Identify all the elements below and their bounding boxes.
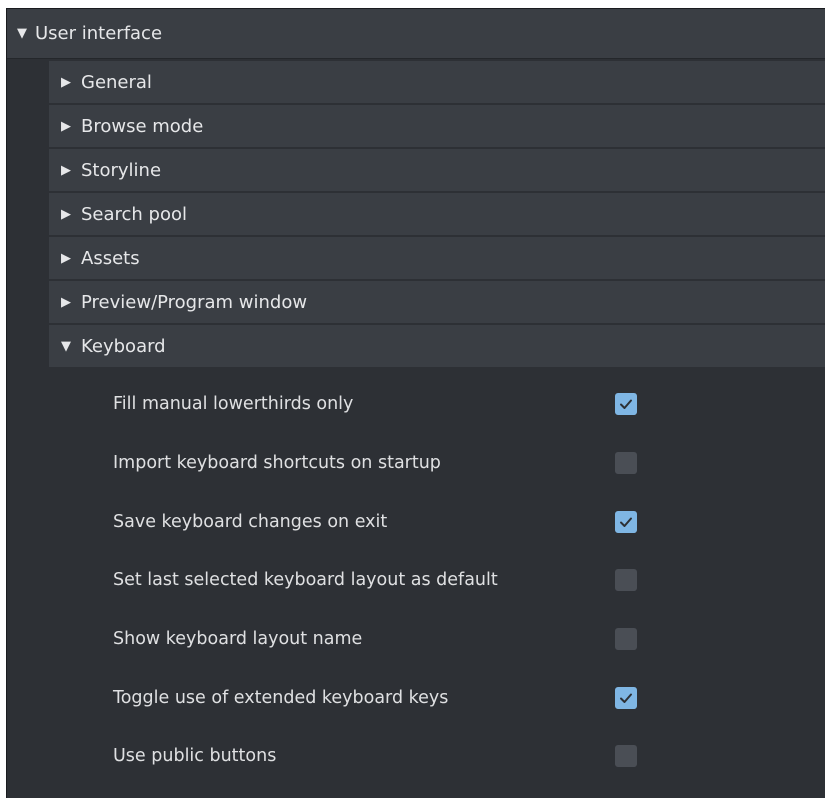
section-header-user-interface[interactable]: ▼ User interface xyxy=(7,9,825,59)
option-checkbox[interactable] xyxy=(615,686,637,709)
subsection-label: Preview/Program window xyxy=(81,291,308,313)
option-checkbox[interactable] xyxy=(615,510,637,533)
keyboard-options-list: Fill manual lowerthirds only Import keyb… xyxy=(7,375,825,786)
option-label: Set last selected keyboard layout as def… xyxy=(113,570,498,591)
option-label: Save keyboard changes on exit xyxy=(113,511,388,532)
checkmark-icon xyxy=(620,693,632,703)
option-checkbox[interactable] xyxy=(615,628,637,651)
subsection-label: Assets xyxy=(81,247,140,269)
option-checkbox[interactable] xyxy=(615,452,637,475)
option-row: Save keyboard changes on exit xyxy=(7,492,825,551)
subsection-label: Storyline xyxy=(81,159,162,181)
option-label: Import keyboard shortcuts on startup xyxy=(113,453,441,474)
subsection-header-storyline[interactable]: ▶ Storyline xyxy=(49,149,825,191)
subsection-list: ▶ General ▶ Browse mode ▶ Storyline ▶ Se… xyxy=(49,61,825,369)
option-checkbox[interactable] xyxy=(615,569,637,592)
checkmark-icon xyxy=(620,517,632,527)
option-row: Show keyboard layout name xyxy=(7,610,825,669)
option-label: Use public buttons xyxy=(113,746,277,767)
option-checkbox[interactable] xyxy=(615,745,637,768)
option-row: Import keyboard shortcuts on startup xyxy=(7,434,825,493)
option-label: Show keyboard layout name xyxy=(113,629,363,650)
triangle-down-icon: ▼ xyxy=(17,26,27,41)
subsection-header-preview-program-window[interactable]: ▶ Preview/Program window xyxy=(49,281,825,323)
subsection-label: General xyxy=(81,71,152,93)
triangle-right-icon: ▶ xyxy=(61,162,71,178)
option-row: Fill manual lowerthirds only xyxy=(7,375,825,434)
triangle-down-icon: ▼ xyxy=(61,338,71,354)
triangle-right-icon: ▶ xyxy=(61,294,71,310)
option-row: Use public buttons xyxy=(7,727,825,786)
subsection-header-assets[interactable]: ▶ Assets xyxy=(49,237,825,279)
option-label: Fill manual lowerthirds only xyxy=(113,394,354,415)
option-checkbox[interactable] xyxy=(615,393,637,416)
triangle-right-icon: ▶ xyxy=(61,250,71,266)
subsection-header-search-pool[interactable]: ▶ Search pool xyxy=(49,193,825,235)
triangle-right-icon: ▶ xyxy=(61,118,71,134)
section-title: User interface xyxy=(35,23,163,44)
subsection-label: Keyboard xyxy=(81,335,166,357)
subsection-label: Search pool xyxy=(81,203,188,225)
option-row: Set last selected keyboard layout as def… xyxy=(7,551,825,610)
triangle-right-icon: ▶ xyxy=(61,206,71,222)
checkmark-icon xyxy=(620,399,632,410)
subsection-header-general[interactable]: ▶ General xyxy=(49,61,825,103)
triangle-right-icon: ▶ xyxy=(61,74,71,90)
subsection-label: Browse mode xyxy=(81,115,204,137)
subsection-header-browse-mode[interactable]: ▶ Browse mode xyxy=(49,105,825,147)
option-label: Toggle use of extended keyboard keys xyxy=(113,687,449,708)
subsection-header-keyboard[interactable]: ▼ Keyboard xyxy=(49,325,825,367)
settings-panel: ▼ User interface ▶ General ▶ Browse mode… xyxy=(6,8,825,798)
option-row: Toggle use of extended keyboard keys xyxy=(7,668,825,727)
